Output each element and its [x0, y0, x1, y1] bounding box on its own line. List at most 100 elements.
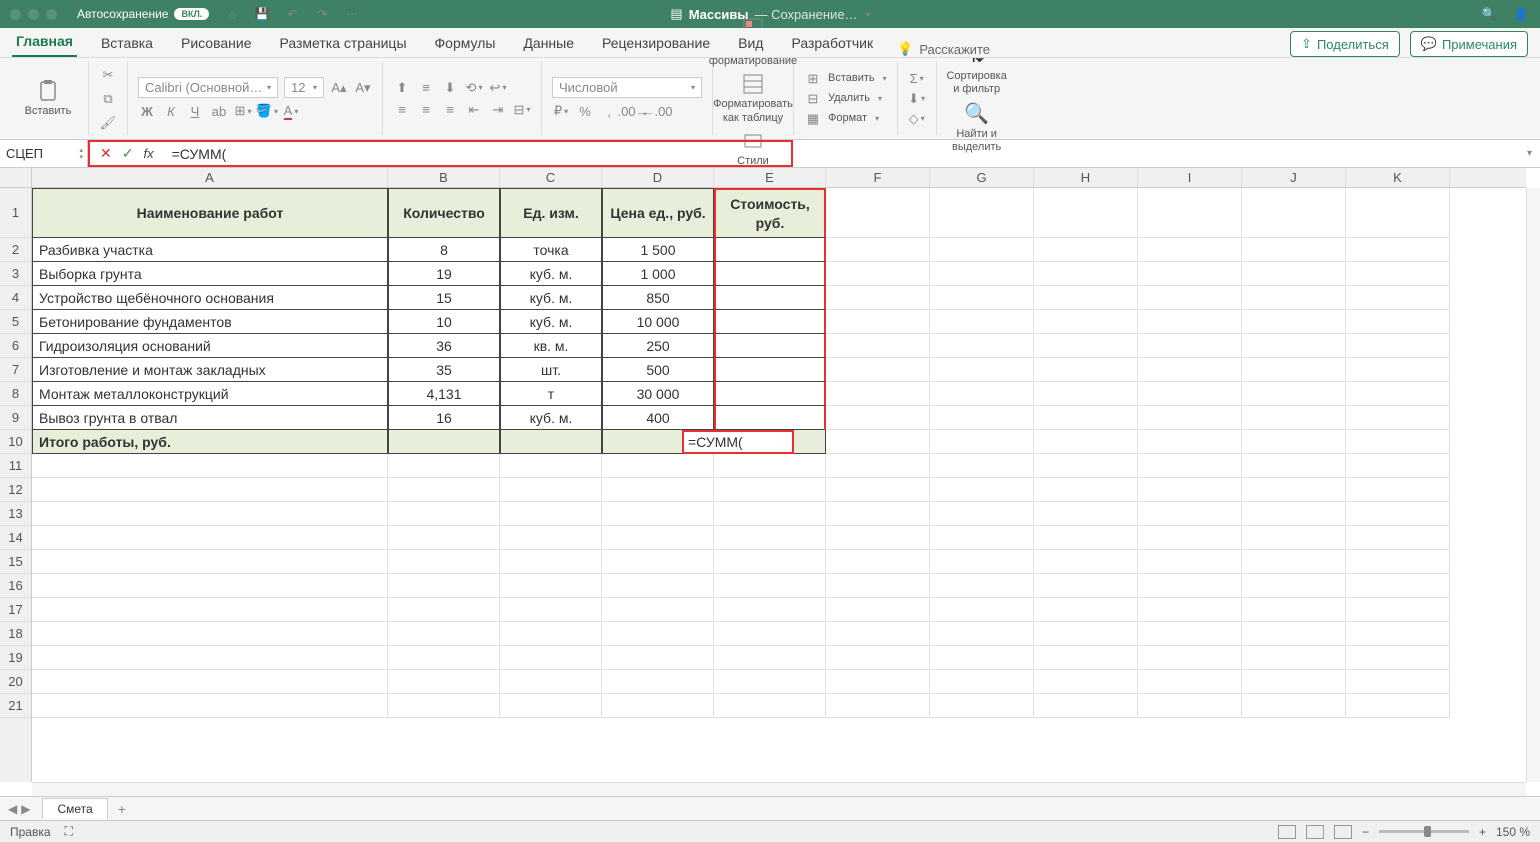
cell[interactable]: [930, 574, 1034, 598]
cell[interactable]: [1034, 478, 1138, 502]
cell[interactable]: куб. м.: [500, 286, 602, 310]
cell[interactable]: [714, 286, 826, 310]
cell[interactable]: [1034, 286, 1138, 310]
cell[interactable]: [826, 598, 930, 622]
font-color-icon[interactable]: A▾: [282, 102, 300, 120]
row-header-2[interactable]: 2: [0, 238, 31, 262]
cell[interactable]: [930, 310, 1034, 334]
cell[interactable]: 500: [602, 358, 714, 382]
cell[interactable]: 8: [388, 238, 500, 262]
cell[interactable]: [1242, 334, 1346, 358]
cell[interactable]: [826, 286, 930, 310]
cell[interactable]: [388, 574, 500, 598]
cell[interactable]: [602, 598, 714, 622]
cell[interactable]: [602, 430, 714, 454]
column-header-E[interactable]: E: [714, 168, 826, 187]
cell[interactable]: [32, 550, 388, 574]
cell[interactable]: [1242, 188, 1346, 238]
cell[interactable]: Цена ед., руб.: [602, 188, 714, 238]
cell[interactable]: [602, 550, 714, 574]
cell[interactable]: [1346, 502, 1450, 526]
cell[interactable]: [714, 262, 826, 286]
cell[interactable]: [500, 574, 602, 598]
row-header-13[interactable]: 13: [0, 502, 31, 526]
cell[interactable]: [930, 502, 1034, 526]
cell[interactable]: [930, 598, 1034, 622]
column-header-H[interactable]: H: [1034, 168, 1138, 187]
cell[interactable]: [1242, 406, 1346, 430]
merge-icon[interactable]: ⊟▾: [513, 101, 531, 119]
cell[interactable]: [826, 646, 930, 670]
tab-formulas[interactable]: Формулы: [431, 29, 500, 57]
page-layout-view-icon[interactable]: [1306, 825, 1324, 839]
number-format-dropdown[interactable]: Числовой▾: [552, 77, 702, 98]
fill-icon[interactable]: ⬇▾: [908, 90, 926, 108]
cell[interactable]: [1346, 526, 1450, 550]
cell[interactable]: [1138, 430, 1242, 454]
cell[interactable]: [930, 430, 1034, 454]
autosave-toggle[interactable]: Автосохранение ВКЛ.: [77, 7, 209, 21]
cell[interactable]: [1138, 670, 1242, 694]
cell[interactable]: [826, 430, 930, 454]
cell[interactable]: [714, 238, 826, 262]
cell[interactable]: [32, 670, 388, 694]
cell[interactable]: [930, 188, 1034, 238]
row-header-10[interactable]: 10: [0, 430, 31, 454]
increase-font-icon[interactable]: A▴: [330, 79, 348, 97]
cell[interactable]: 850: [602, 286, 714, 310]
cell[interactable]: [826, 262, 930, 286]
cell[interactable]: [602, 502, 714, 526]
cell[interactable]: [602, 622, 714, 646]
cell[interactable]: [32, 574, 388, 598]
cell[interactable]: [714, 550, 826, 574]
cell[interactable]: [1138, 334, 1242, 358]
cell[interactable]: Устройство щебёночного основания: [32, 286, 388, 310]
cell[interactable]: [1242, 598, 1346, 622]
column-header-C[interactable]: C: [500, 168, 602, 187]
cell[interactable]: [1034, 238, 1138, 262]
cell[interactable]: Наименование работ: [32, 188, 388, 238]
row-header-3[interactable]: 3: [0, 262, 31, 286]
align-bottom-icon[interactable]: ⬇: [441, 79, 459, 97]
accessibility-icon[interactable]: ⛶: [65, 824, 73, 839]
maximize-icon[interactable]: [46, 9, 57, 20]
tab-page-layout[interactable]: Разметка страницы: [276, 29, 411, 57]
cell[interactable]: [930, 550, 1034, 574]
cell[interactable]: [1138, 598, 1242, 622]
cell[interactable]: [500, 694, 602, 718]
tab-review[interactable]: Рецензирование: [598, 29, 714, 57]
cell[interactable]: [500, 670, 602, 694]
cell[interactable]: Ед. изм.: [500, 188, 602, 238]
cell[interactable]: 36: [388, 334, 500, 358]
cell[interactable]: [1138, 238, 1242, 262]
cell[interactable]: [1034, 502, 1138, 526]
home-icon[interactable]: ⌂: [223, 5, 241, 23]
font-size-dropdown[interactable]: 12▾: [284, 77, 324, 98]
cell[interactable]: [602, 646, 714, 670]
cell[interactable]: [388, 550, 500, 574]
row-header-5[interactable]: 5: [0, 310, 31, 334]
cell[interactable]: [714, 382, 826, 406]
tell-me[interactable]: 💡 Расскажите: [897, 41, 990, 57]
cell[interactable]: [1242, 502, 1346, 526]
font-name-dropdown[interactable]: Calibri (Основной…▾: [138, 77, 278, 98]
cell[interactable]: [32, 454, 388, 478]
format-painter-icon[interactable]: 🖌: [99, 114, 117, 132]
cell[interactable]: [1138, 694, 1242, 718]
column-header-A[interactable]: A: [32, 168, 388, 187]
cell[interactable]: [714, 670, 826, 694]
cell[interactable]: [1242, 646, 1346, 670]
cell[interactable]: Разбивка участка: [32, 238, 388, 262]
column-header-B[interactable]: B: [388, 168, 500, 187]
sheet-next-icon[interactable]: ▶: [21, 802, 30, 816]
cell[interactable]: [1346, 694, 1450, 718]
cell[interactable]: [32, 622, 388, 646]
cell[interactable]: [826, 694, 930, 718]
name-box-dropdown-icon[interactable]: ▴▾: [79, 147, 83, 161]
insert-cells-button[interactable]: ⊞Вставить▾: [804, 70, 887, 88]
cell[interactable]: Монтаж металлоконструкций: [32, 382, 388, 406]
delete-cells-button[interactable]: ⊟Удалить▾: [804, 90, 887, 108]
cell[interactable]: 35: [388, 358, 500, 382]
cell[interactable]: 30 000: [602, 382, 714, 406]
cell[interactable]: [714, 574, 826, 598]
